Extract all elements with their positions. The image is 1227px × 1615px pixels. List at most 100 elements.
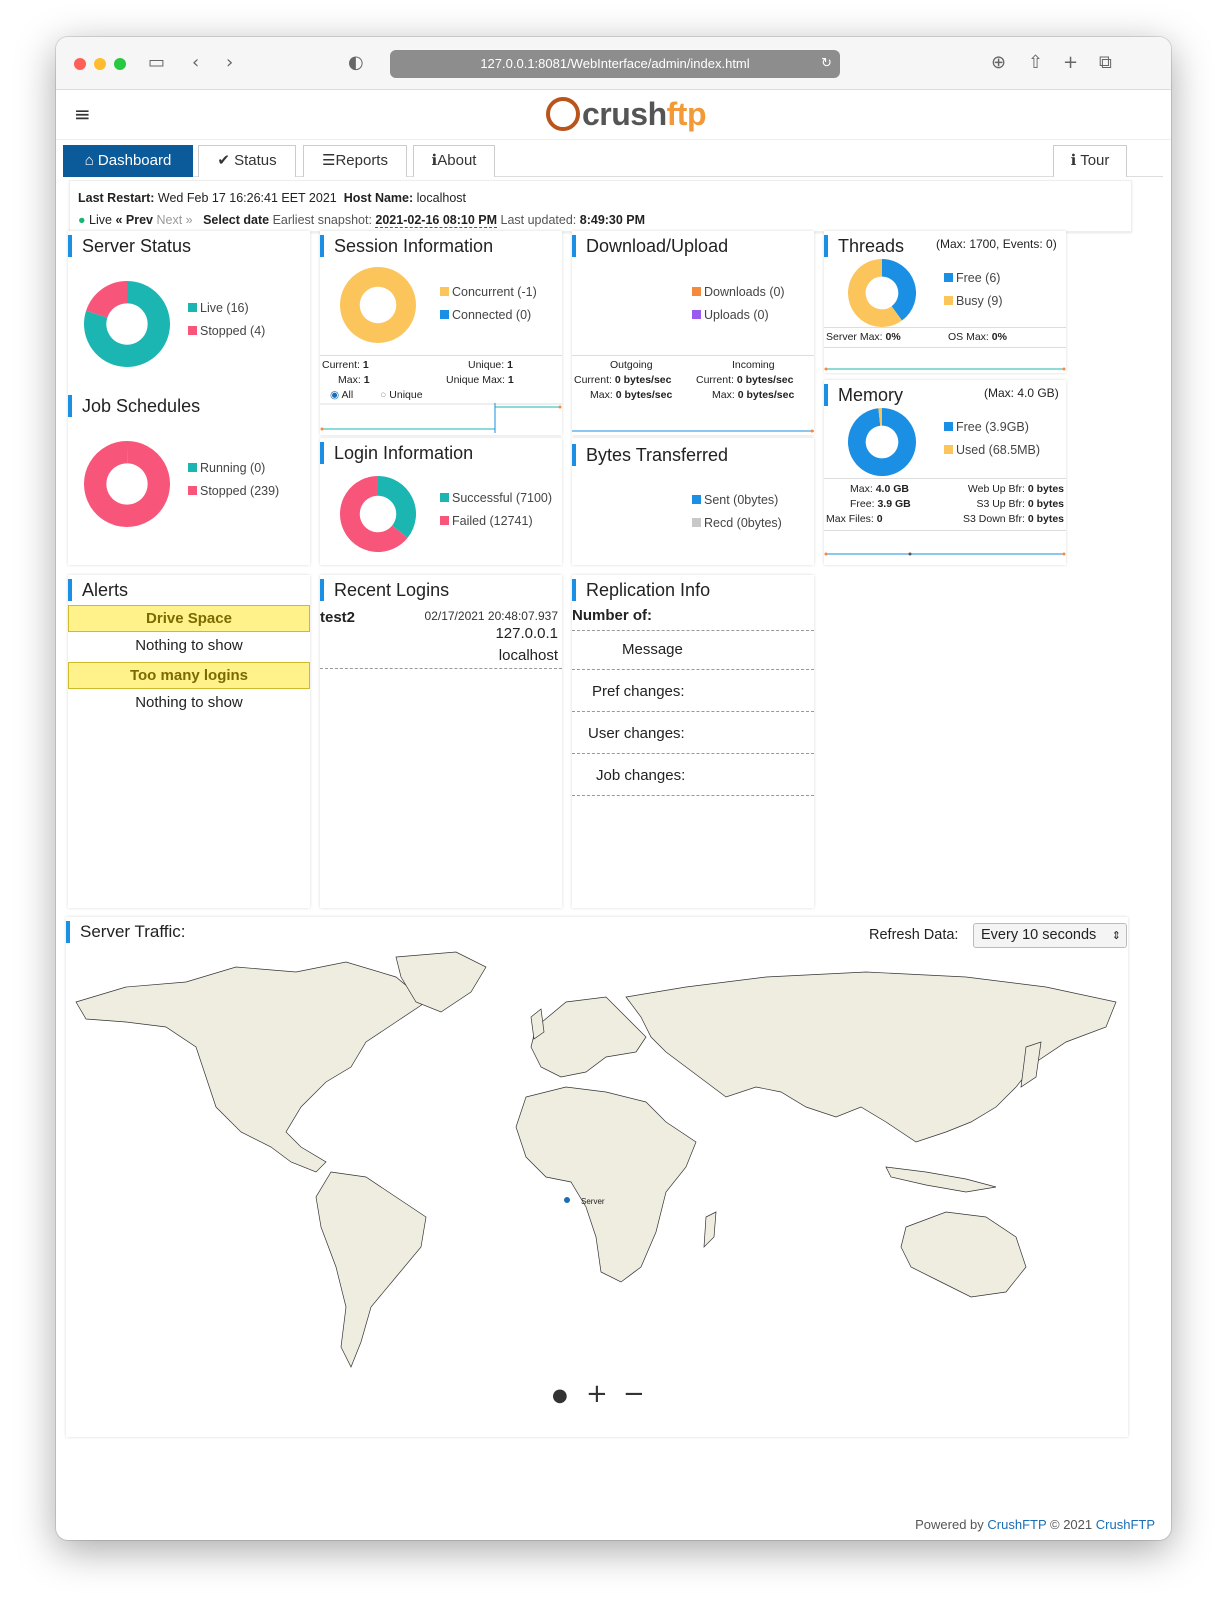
- server-status-donut: [84, 281, 170, 367]
- panel-title: Replication Info: [572, 579, 710, 601]
- memory-sparkline: [824, 552, 1066, 556]
- login-ip: 127.0.0.1: [495, 625, 558, 642]
- session-legend: Concurrent (-1) Connected (0): [440, 281, 537, 327]
- sidebar-icon[interactable]: ▭: [148, 52, 165, 73]
- shield-icon: ◐: [348, 52, 364, 73]
- session-info-panel: Session Information Concurrent (-1) Conn…: [320, 231, 562, 435]
- replication-panel: Replication Info Number of: Message Pref…: [572, 575, 814, 908]
- list-item[interactable]: test2 02/17/2021 20:48:07.937 127.0.0.1 …: [320, 609, 562, 669]
- footer: Powered by CrushFTP © 2021 CrushFTP: [915, 1517, 1155, 1532]
- zoom-out-button[interactable]: −: [623, 1379, 645, 1409]
- tab-about[interactable]: ℹAbout: [413, 145, 495, 177]
- host-name-label: Host Name:: [343, 191, 414, 205]
- legend-item: Busy (9): [944, 290, 1003, 313]
- crushftp-logo: crushftp: [546, 96, 707, 134]
- reset-view-button[interactable]: ●: [552, 1385, 568, 1406]
- close-window-button[interactable]: [74, 58, 86, 70]
- panel-title: Session Information: [320, 235, 493, 257]
- select-date-label: Select date: [203, 213, 270, 227]
- app-header: ≡ crushftp: [56, 90, 1171, 140]
- madagascar: [703, 1211, 717, 1248]
- next-link[interactable]: Next »: [157, 213, 193, 227]
- login-time: 02/17/2021 20:48:07.937: [424, 609, 558, 623]
- back-icon[interactable]: ‹: [192, 52, 199, 73]
- europe: [530, 996, 647, 1078]
- prev-link[interactable]: « Prev: [115, 213, 153, 227]
- reload-icon[interactable]: ↻: [821, 50, 832, 78]
- legend-item: Stopped (239): [188, 480, 279, 503]
- memory-panel: Memory (Max: 4.0 GB) Free (3.9GB) Used (…: [824, 380, 1066, 565]
- panel-title: Alerts: [68, 579, 128, 601]
- crushftp-link-2[interactable]: CrushFTP: [1096, 1517, 1155, 1532]
- menu-icon[interactable]: ≡: [74, 102, 91, 126]
- memory-legend: Free (3.9GB) Used (68.5MB): [944, 416, 1040, 462]
- drive-space-header: Drive Space: [68, 605, 310, 632]
- legend-item: Successful (7100): [440, 487, 552, 510]
- transfer-sparkline: [572, 429, 814, 433]
- in-max: Max: 0 bytes/sec: [712, 389, 795, 401]
- number-of-label: Number of:: [572, 607, 652, 624]
- tab-reports[interactable]: ☰Reports: [303, 145, 407, 177]
- login-user: test2: [320, 609, 356, 626]
- server-marker[interactable]: [564, 1197, 570, 1203]
- home-icon: ⌂: [84, 152, 94, 169]
- zoom-window-button[interactable]: [114, 58, 126, 70]
- donut-slice: [86, 281, 128, 319]
- world-map[interactable]: Server: [66, 947, 1128, 1387]
- forward-icon[interactable]: ›: [226, 52, 233, 73]
- legend-item: Free (6): [944, 267, 1003, 290]
- job-changes: Job changes:: [596, 767, 686, 784]
- bytes-legend: Sent (0bytes) Recd (0bytes): [692, 489, 782, 535]
- zoom-in-button[interactable]: +: [586, 1379, 608, 1409]
- share-icon[interactable]: ⇧: [1028, 52, 1043, 73]
- server-label: Server: [581, 1197, 605, 1206]
- refresh-select[interactable]: Every 10 seconds ⇕: [973, 923, 1127, 948]
- refresh-label: Refresh Data:: [869, 927, 959, 943]
- legend-item: Sent (0bytes): [692, 489, 782, 512]
- donut-slice: [881, 259, 916, 321]
- download-upload-panel: Download/Upload Downloads (0) Uploads (0…: [572, 231, 814, 435]
- africa: [515, 1086, 697, 1283]
- s3-up-buffer: S3 Up Bfr: 0 bytes: [976, 498, 1064, 510]
- legend-item: Running (0): [188, 457, 279, 480]
- outgoing-label: Outgoing: [610, 359, 653, 371]
- download-icon[interactable]: ⊕: [991, 52, 1006, 73]
- minimize-window-button[interactable]: [94, 58, 106, 70]
- earliest-snapshot-value[interactable]: 2021-02-16 08:10 PM: [375, 213, 498, 228]
- main-tabs: ⌂ Dashboard ✔ Status ☰Reports ℹAbout ℹ T…: [63, 145, 1163, 177]
- radio-all[interactable]: ◉ All: [330, 388, 353, 403]
- legend-item: Live (16): [188, 297, 265, 320]
- s3-down-buffer: S3 Down Bfr: 0 bytes: [963, 513, 1064, 525]
- live-link[interactable]: Live: [89, 213, 112, 227]
- legend-item: Stopped (4): [188, 320, 265, 343]
- server-status-legend: Live (16) Stopped (4): [188, 297, 265, 343]
- tab-dashboard[interactable]: ⌂ Dashboard: [63, 145, 193, 177]
- radio-unique[interactable]: ○ Unique: [380, 388, 423, 403]
- memory-max: Max: 4.0 GB: [850, 483, 909, 495]
- too-many-logins-header: Too many logins: [68, 662, 310, 689]
- threads-panel: Threads (Max: 1700, Events: 0) Free (6) …: [824, 231, 1066, 373]
- tour-button[interactable]: ℹ Tour: [1053, 145, 1127, 177]
- new-tab-icon[interactable]: +: [1063, 52, 1078, 73]
- session-sparkline: [320, 403, 562, 433]
- browser-toolbar: ▭ ‹ › ◐ 127.0.0.1:8081/WebInterface/admi…: [56, 37, 1171, 90]
- legend-item: Recd (0bytes): [692, 512, 782, 535]
- job-schedules-donut: [84, 441, 170, 527]
- session-unique: Unique: 1: [468, 359, 513, 371]
- updated-value: 8:49:30 PM: [579, 213, 646, 227]
- web-up-buffer: Web Up Bfr: 0 bytes: [967, 483, 1064, 495]
- address-bar[interactable]: 127.0.0.1:8081/WebInterface/admin/index.…: [390, 50, 840, 78]
- tab-status[interactable]: ✔ Status: [198, 145, 296, 177]
- max-files: Max Files: 0: [826, 513, 883, 525]
- threads-legend: Free (6) Busy (9): [944, 267, 1003, 313]
- threads-donut: [848, 259, 916, 327]
- select-arrows-icon: ⇕: [1111, 929, 1121, 942]
- crushftp-link[interactable]: CrushFTP: [987, 1517, 1046, 1532]
- threads-sparkline: [824, 367, 1066, 371]
- panel-title: Threads: [824, 235, 904, 257]
- bytes-transferred-panel: Bytes Transferred Sent (0bytes) Recd (0b…: [572, 438, 814, 565]
- donut-slice: [340, 267, 416, 343]
- job-schedules-legend: Running (0) Stopped (239): [188, 457, 279, 503]
- tabs-overview-icon[interactable]: ⧉: [1099, 52, 1112, 73]
- threads-subtitle: (Max: 1700, Events: 0): [936, 237, 1057, 251]
